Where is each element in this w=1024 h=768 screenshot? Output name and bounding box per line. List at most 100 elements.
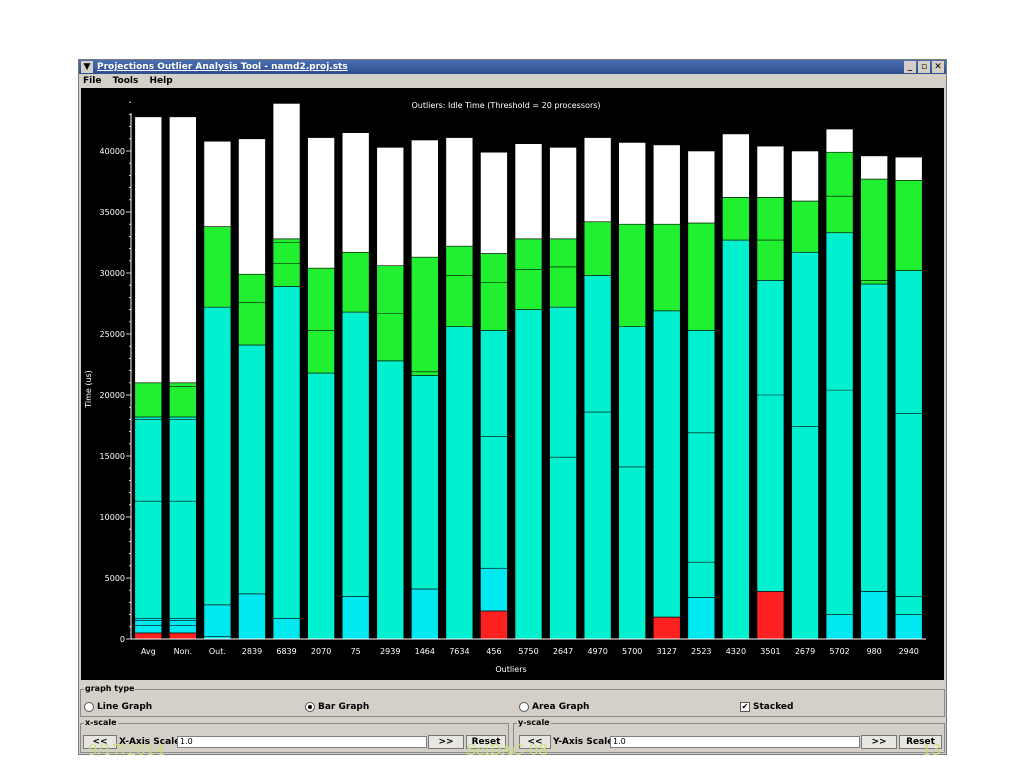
bar-segment <box>341 311 370 597</box>
y-tick-label: 40000 <box>100 147 125 156</box>
bar-segment <box>860 591 888 640</box>
bar-segment <box>860 155 888 180</box>
x-tick-label: 2940 <box>899 647 919 656</box>
bar-graph-radio[interactable] <box>305 702 315 712</box>
bar-segment <box>411 588 439 640</box>
y-tick-label: 35000 <box>100 208 125 217</box>
stacked-checkbox[interactable]: ✔ <box>740 702 750 712</box>
graph-type-title: graph type <box>84 684 136 694</box>
y-tick-label: 0 <box>120 635 125 644</box>
bar-segment <box>203 306 232 606</box>
x-tick-label: 2679 <box>795 647 815 656</box>
bar-segment <box>307 267 335 374</box>
area-graph-radio[interactable] <box>519 702 529 712</box>
footer-center-text: SciDAC-08 <box>466 741 548 759</box>
y-tick-label: 20000 <box>100 391 125 400</box>
maximize-button[interactable]: ▫ <box>918 61 930 73</box>
bar-segment <box>238 593 266 640</box>
bar-segment <box>445 137 474 247</box>
line-graph-option[interactable]: Line Graph <box>84 701 152 713</box>
footer-date: 9/17/2014 <box>88 741 165 759</box>
bar-segment <box>514 238 543 310</box>
bar-segment <box>134 416 163 619</box>
bar-segment <box>307 137 335 269</box>
bar-segment <box>480 567 508 612</box>
chart-panel: Avg Non. Out. 2839 6839 2070 75 2939 1464 7634 456… <box>81 88 944 680</box>
line-graph-radio[interactable] <box>84 702 94 712</box>
idle-time-chart: Avg Non. Out. 2839 6839 2070 75 2939 1464 7634 456… <box>84 101 926 674</box>
close-button[interactable]: ✕ <box>932 61 944 73</box>
y-axis-scale-label: Y-Axis Scale: <box>553 737 617 747</box>
bar-segment <box>825 151 854 234</box>
bar-segment <box>860 178 888 285</box>
bar-segment <box>652 223 681 312</box>
y-axis-scale-input[interactable]: 1.0 <box>610 736 860 748</box>
x-tick-label: 5702 <box>829 647 849 656</box>
window-menu-icon[interactable]: ▼ <box>81 61 93 73</box>
graph-type-panel: graph type Line Graph Bar Graph Area Gra… <box>80 684 945 717</box>
bar-segment <box>894 179 923 271</box>
bar-segment <box>203 226 232 308</box>
y-scale-increase-button[interactable]: >> <box>861 735 897 749</box>
bar-segment <box>549 147 577 240</box>
bar-segment <box>445 245 474 327</box>
bar-segment <box>169 632 197 640</box>
x-scale-title: x-scale <box>84 718 118 728</box>
x-axis-scale-input[interactable]: 1.0 <box>177 736 427 748</box>
bar-segment <box>549 238 577 308</box>
bar-graph-option[interactable]: Bar Graph <box>305 701 369 713</box>
x-tick-label: 6839 <box>276 647 296 656</box>
bar-segment <box>341 132 370 253</box>
bar-segment <box>376 360 405 640</box>
x-axis-label: Outliers <box>495 665 526 674</box>
bar-segment <box>238 273 266 346</box>
menu-help[interactable]: Help <box>149 76 172 86</box>
x-tick-label: 75 <box>351 647 361 656</box>
bar-segment <box>618 326 646 640</box>
outlier-analysis-window: ▼ Projections Outlier Analysis Tool - na… <box>78 59 947 755</box>
stacked-label: Stacked <box>753 702 794 712</box>
x-tick-label: Non. <box>174 647 193 656</box>
bar-segment <box>272 103 301 240</box>
area-graph-option[interactable]: Area Graph <box>519 701 589 713</box>
x-tick-label: 3127 <box>657 647 677 656</box>
y-tick-label: 30000 <box>100 269 125 278</box>
bar-segment <box>203 604 232 640</box>
bar-segment <box>825 614 854 640</box>
bar-segment <box>687 597 716 640</box>
y-tick-label: 5000 <box>105 574 125 583</box>
bar-segment <box>169 416 197 619</box>
y-tick-label: 10000 <box>100 513 125 522</box>
menu-tools[interactable]: Tools <box>113 76 139 86</box>
bar-segment <box>238 344 266 595</box>
bar-segment <box>445 326 474 640</box>
bar-segment <box>756 197 785 281</box>
title-bar[interactable]: ▼ Projections Outlier Analysis Tool - na… <box>79 60 946 74</box>
bar-segment <box>514 309 543 640</box>
x-tick-label: Avg <box>141 647 156 656</box>
y-tick-label: 15000 <box>100 452 125 461</box>
minimize-button[interactable]: _ <box>904 61 916 73</box>
chart-title: Outliers: Idle Time (Threshold = 20 proc… <box>411 101 600 110</box>
x-scale-increase-button[interactable]: >> <box>428 735 464 749</box>
x-tick-label: Out. <box>209 647 226 656</box>
bar-segment <box>687 330 716 598</box>
bar-segment <box>583 221 612 276</box>
x-tick-label: 3501 <box>760 647 780 656</box>
bar-segment <box>272 286 301 619</box>
bar-segment <box>652 310 681 618</box>
bar-segment <box>756 280 785 592</box>
stacked-option[interactable]: ✔ Stacked <box>740 701 793 713</box>
line-graph-label: Line Graph <box>97 702 153 712</box>
bar-segment <box>825 232 854 615</box>
menu-file[interactable]: File <box>83 76 101 86</box>
x-tick-label: 7634 <box>449 647 469 656</box>
bar-segment <box>272 617 301 640</box>
bar-segment <box>583 137 612 223</box>
bar-segment <box>480 330 508 569</box>
bar-segment <box>618 223 646 327</box>
bar-segment <box>722 239 750 640</box>
bar-segment <box>238 138 266 275</box>
bar-segment <box>514 143 543 240</box>
bar-segment <box>341 251 370 313</box>
